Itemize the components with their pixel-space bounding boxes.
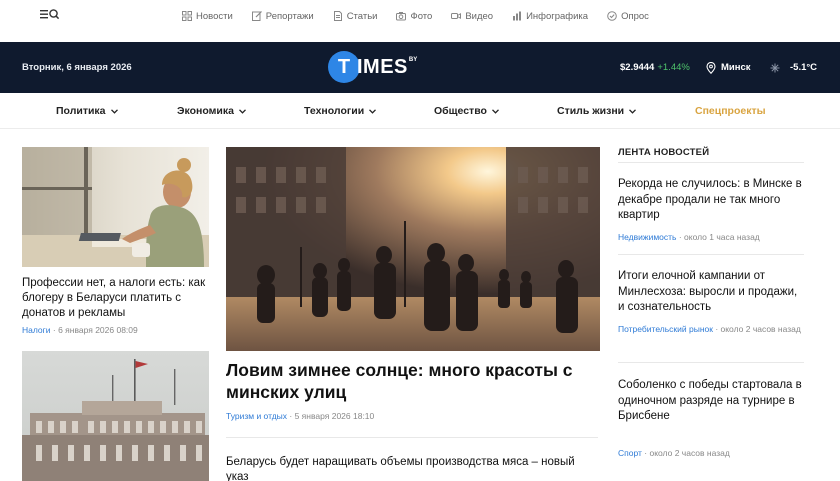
category-label: Экономика	[177, 105, 234, 117]
category-label: Политика	[56, 105, 106, 117]
topnav-label: Инфографика	[526, 10, 589, 22]
category-label: Технологии	[304, 105, 365, 117]
topnav-label: Фото	[410, 10, 433, 22]
chevron-down-icon	[629, 109, 637, 114]
article-thumbnail-government-building[interactable]	[22, 351, 209, 481]
article-meta: Налоги · 6 января 2026 08:09	[22, 325, 138, 335]
meta-separator: ·	[676, 232, 685, 242]
divider	[226, 437, 598, 438]
topnav-label: Опрос	[621, 10, 649, 22]
category-politics[interactable]: Политика	[56, 93, 118, 129]
rate-value: $2.9444	[620, 62, 655, 73]
top-nav: Новости Репортажи Статьи Фото Видео Инфо…	[182, 0, 668, 32]
topnav-articles[interactable]: Статьи	[333, 10, 378, 22]
category-lifestyle[interactable]: Стиль жизни	[557, 93, 637, 129]
category-label: Спецпроекты	[695, 105, 766, 117]
chevron-down-icon	[491, 109, 499, 114]
feed-item-title[interactable]: Соболенко с победы стартовала в одиночно…	[618, 378, 804, 425]
logo-sup: BY	[408, 57, 418, 63]
main-article-meta: Туризм и отдых · 5 января 2026 18:10	[226, 411, 374, 421]
feed-time: около 2 часов назад	[720, 324, 801, 334]
winter-street-photo	[226, 147, 600, 351]
chevron-down-icon	[238, 109, 246, 114]
feed-category-link[interactable]: Потребительский рынок	[618, 324, 713, 334]
menu-search-button[interactable]	[40, 8, 60, 22]
temperature: -5.1°C	[790, 62, 818, 73]
category-technology[interactable]: Технологии	[304, 93, 377, 129]
topnav-poll[interactable]: Опрос	[607, 11, 649, 22]
logo-circle: T	[328, 51, 360, 83]
weather-widget: -5.1°C	[770, 42, 817, 93]
topnav-label: Статьи	[346, 10, 378, 22]
article-date: 5 января 2026 18:10	[294, 411, 375, 421]
divider	[618, 254, 804, 255]
site-header: Вторник, 6 января 2026 T IMES BY $2.9444…	[0, 42, 840, 93]
divider	[618, 162, 804, 163]
camera-icon	[396, 11, 407, 21]
category-economy[interactable]: Экономика	[177, 93, 246, 129]
grid-icon	[182, 11, 192, 21]
feed-item-title[interactable]: Итоги елочной кампании от Минлесхоза: вы…	[618, 269, 804, 316]
feed-item-meta: Спорт · около 2 часов назад	[618, 446, 804, 460]
blogger-photo	[22, 147, 209, 267]
document-icon	[333, 11, 343, 21]
topnav-photo[interactable]: Фото	[396, 11, 432, 22]
topnav-reports[interactable]: Репортажи	[251, 10, 314, 22]
city-selector[interactable]: Минск	[706, 42, 751, 93]
meta-separator: ·	[50, 325, 59, 335]
topnav-video[interactable]: Видео	[451, 11, 493, 22]
site-logo[interactable]: T IMES BY	[328, 50, 417, 84]
category-label: Общество	[434, 105, 487, 117]
feed-item-meta: Потребительский рынок · около 2 часов на…	[618, 322, 804, 336]
category-nav: Политика Экономика Технологии Общество С…	[0, 93, 840, 129]
category-special-projects[interactable]: Спецпроекты	[695, 93, 766, 129]
logo-text: IMES	[357, 55, 408, 78]
city-name: Минск	[721, 62, 751, 73]
main-article-title[interactable]: Ловим зимнее солнце: много красоты с мин…	[226, 359, 598, 403]
news-feed-heading: ЛЕНТА НОВОСТЕЙ	[618, 147, 710, 158]
topnav-infographics[interactable]: Инфографика	[512, 11, 588, 22]
feed-item-meta: Недвижимость · около 1 часа назад	[618, 230, 804, 244]
article-title[interactable]: Профессии нет, а налоги есть: как блогер…	[22, 276, 209, 321]
rate-change: +1.44%	[657, 62, 690, 73]
main-article-image[interactable]	[226, 147, 600, 351]
article-category-link[interactable]: Туризм и отдых	[226, 411, 287, 421]
feed-item-title[interactable]: Рекорда не случилось: в Минске в декабре…	[618, 177, 804, 224]
chevron-down-icon	[369, 109, 377, 114]
article-thumbnail-blogger[interactable]	[22, 147, 209, 267]
menu-search-icon	[40, 9, 60, 20]
currency-rate[interactable]: $2.9444 +1.44%	[620, 42, 690, 93]
divider	[618, 362, 804, 363]
check-circle-icon	[607, 11, 617, 21]
chart-icon	[512, 11, 522, 21]
top-utility-bar: Новости Репортажи Статьи Фото Видео Инфо…	[0, 0, 840, 42]
topnav-label: Видео	[465, 10, 494, 22]
feed-time: около 2 часов назад	[649, 448, 730, 458]
video-icon	[451, 11, 462, 21]
meta-separator: ·	[712, 324, 721, 334]
pencil-icon	[251, 11, 262, 21]
chevron-down-icon	[110, 109, 118, 114]
government-building-photo	[22, 351, 209, 481]
category-label: Стиль жизни	[557, 105, 625, 117]
current-date: Вторник, 6 января 2026	[22, 62, 132, 73]
snowflake-icon	[770, 63, 780, 72]
topnav-label: Репортажи	[265, 10, 314, 22]
feed-time: около 1 часа назад	[684, 232, 760, 242]
meta-separator: ·	[287, 411, 295, 421]
category-society[interactable]: Общество	[434, 93, 499, 129]
feed-category-link[interactable]: Спорт	[618, 448, 642, 458]
feed-category-link[interactable]: Недвижимость	[618, 232, 676, 242]
topnav-label: Новости	[196, 10, 233, 22]
article-date: 6 января 2026 08:09	[58, 325, 138, 335]
article-title[interactable]: Беларусь будет наращивать объемы произво…	[226, 455, 598, 481]
article-category-link[interactable]: Налоги	[22, 325, 51, 335]
location-pin-icon	[706, 61, 716, 74]
topnav-news[interactable]: Новости	[182, 11, 233, 22]
